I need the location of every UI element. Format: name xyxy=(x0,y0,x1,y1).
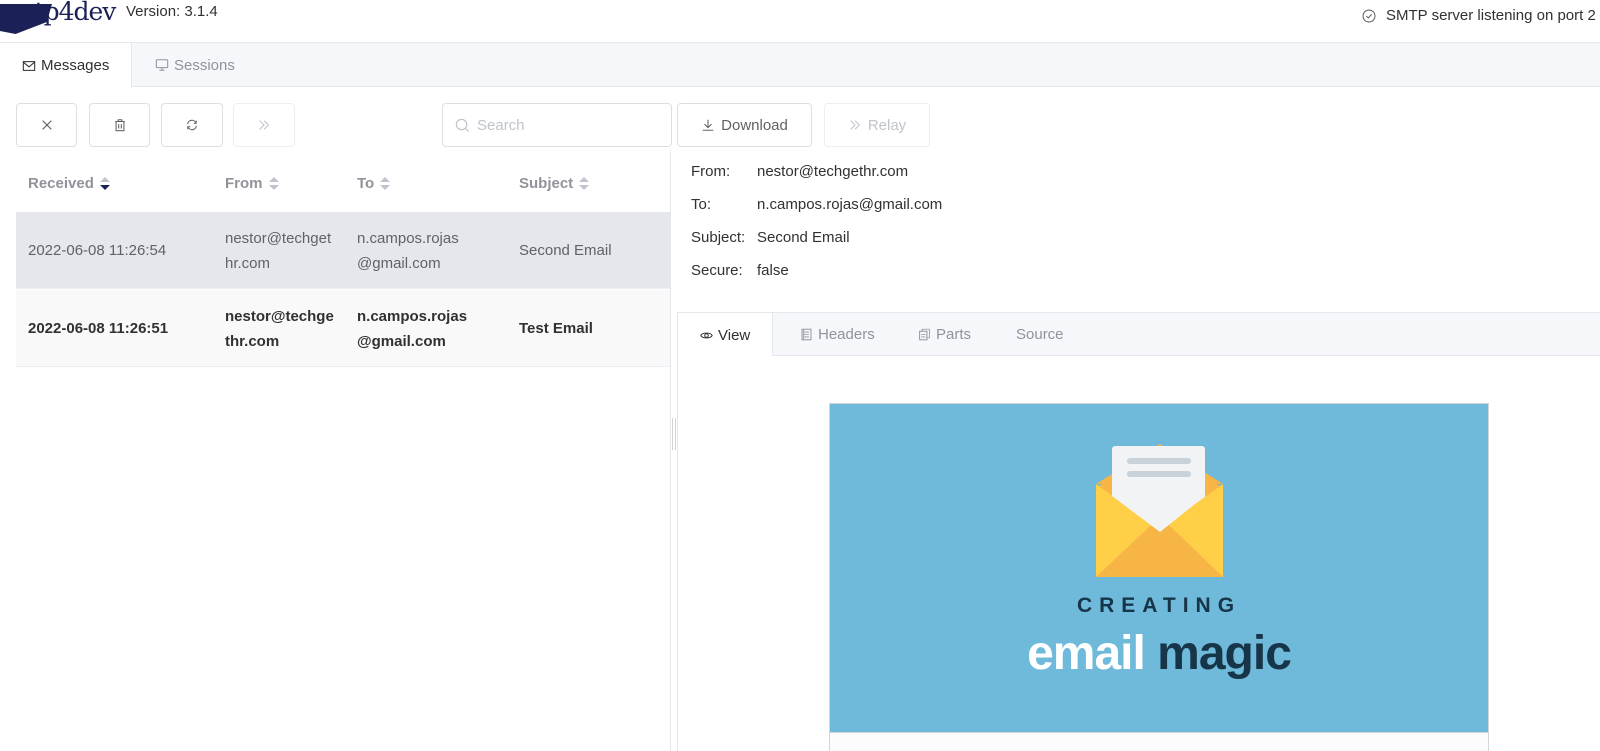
banner-tagline: CREATING xyxy=(1076,594,1242,617)
download-label: Download xyxy=(721,116,788,134)
column-from-label: From xyxy=(225,175,263,192)
close-icon xyxy=(41,120,52,130)
header-key: To: xyxy=(691,196,712,213)
header-key: From: xyxy=(691,163,731,180)
tab-headers[interactable]: Headers xyxy=(778,313,897,356)
tab-headers-label: Headers xyxy=(818,326,875,343)
cell-received: 2022-06-08 11:26:51 xyxy=(28,320,169,337)
column-to-label: To xyxy=(357,175,375,192)
clear-button[interactable] xyxy=(16,103,77,147)
cell-to: n.campos.rojas @gmail.com xyxy=(357,290,467,367)
header-value: false xyxy=(757,262,789,279)
header-key: Subject: xyxy=(691,229,746,246)
banner-headline: email magic xyxy=(830,626,1488,681)
monitor-icon xyxy=(155,59,169,71)
sort-icon[interactable] xyxy=(268,176,279,191)
copy-document-icon xyxy=(919,328,930,341)
sort-desc-icon[interactable] xyxy=(99,176,110,191)
header-subject: Subject: Second Email xyxy=(691,229,850,246)
cell-to-line1: n.campos.rojas xyxy=(357,307,468,325)
refresh-icon xyxy=(187,119,197,131)
cell-to: n.campos.rojas @gmail.com xyxy=(357,212,459,289)
header-to: To: n.campos.rojas@gmail.com xyxy=(691,196,942,213)
search-box[interactable] xyxy=(442,103,672,147)
pane-divider xyxy=(670,150,671,751)
header-value: n.campos.rojas@gmail.com xyxy=(757,196,943,213)
resize-handle[interactable] xyxy=(672,418,676,450)
relay-button[interactable]: Relay xyxy=(824,103,930,147)
message-tabs: View Headers Parts Source xyxy=(677,312,1600,357)
search-input[interactable] xyxy=(477,116,647,134)
tab-view[interactable]: View xyxy=(678,313,774,357)
document-icon xyxy=(801,328,812,341)
tab-messages[interactable]: Messages xyxy=(0,43,133,88)
server-status: SMTP server listening on port 2 xyxy=(1362,7,1596,24)
cell-to-line1: n.campos.rojas xyxy=(357,229,459,247)
relay-label: Relay xyxy=(867,116,907,134)
column-subject-label: Subject xyxy=(519,175,574,192)
delete-button[interactable] xyxy=(89,103,150,147)
envelope-icon xyxy=(22,60,36,71)
tab-parts[interactable]: Parts xyxy=(896,313,993,356)
messages-table-header: Received From To Subject xyxy=(16,155,670,212)
cell-to-line2: @gmail.com xyxy=(357,254,441,272)
cell-received: 2022-06-08 11:26:54 xyxy=(28,242,167,259)
header-secure: Secure: false xyxy=(691,262,789,279)
cell-subject: Test Email xyxy=(519,320,593,337)
cell-from-line1: nestor@techge xyxy=(225,307,334,325)
cell-from: nestor@techget hr.com xyxy=(225,212,331,289)
app-version: Version: 3.1.4 xyxy=(126,3,218,20)
cell-from-line1: nestor@techget xyxy=(225,229,332,247)
tab-view-label: View xyxy=(718,326,751,344)
main-tabs: Messages Sessions xyxy=(0,43,1600,88)
double-chevron-right-icon xyxy=(259,120,270,130)
double-chevron-right-icon xyxy=(850,120,860,130)
search-icon xyxy=(455,118,470,132)
column-from[interactable]: From xyxy=(225,155,279,212)
eye-icon xyxy=(700,332,713,338)
header-key: Secure: xyxy=(691,262,743,279)
column-to[interactable]: To xyxy=(357,155,391,212)
envelope-illustration-icon xyxy=(1096,444,1223,577)
app-logo: smtp4dev xyxy=(0,0,116,34)
column-received[interactable]: Received xyxy=(28,155,110,212)
cell-from-line2: thr.com xyxy=(225,332,280,350)
download-button[interactable]: Download xyxy=(677,103,812,147)
column-subject[interactable]: Subject xyxy=(519,155,590,212)
top-bar: smtp4dev Version: 3.1.4 SMTP server list… xyxy=(0,0,1600,43)
header-value: nestor@techgethr.com xyxy=(757,163,909,180)
header-from: From: nestor@techgethr.com xyxy=(691,163,908,180)
cell-from-line2: hr.com xyxy=(225,254,271,272)
tab-messages-label: Messages xyxy=(41,57,110,74)
sort-icon[interactable] xyxy=(579,176,590,191)
email-body-area xyxy=(829,733,1489,751)
column-received-label: Received xyxy=(28,175,94,192)
cell-from: nestor@techge thr.com xyxy=(225,290,334,367)
table-row[interactable]: 2022-06-08 11:26:54 nestor@techget hr.com… xyxy=(16,212,670,289)
check-circle-icon xyxy=(1362,9,1376,22)
cell-to-line2: @gmail.com xyxy=(357,332,446,350)
banner-word-email: email xyxy=(1027,627,1146,680)
download-icon xyxy=(702,119,714,131)
header-value: Second Email xyxy=(757,229,850,246)
tab-source[interactable]: Source xyxy=(994,313,1086,356)
banner-word-magic: magic xyxy=(1157,627,1292,680)
tab-source-label: Source xyxy=(1016,326,1064,343)
cell-subject: Second Email xyxy=(519,242,612,259)
sort-icon[interactable] xyxy=(380,176,391,191)
refresh-button[interactable] xyxy=(161,103,223,147)
logo-text: smtp4dev xyxy=(0,0,116,26)
tab-sessions[interactable]: Sessions xyxy=(133,43,257,87)
trash-icon xyxy=(114,119,125,132)
tab-sessions-label: Sessions xyxy=(174,56,235,74)
server-status-text: SMTP server listening on port 2 xyxy=(1386,7,1596,24)
relay-all-button[interactable] xyxy=(233,103,295,147)
email-banner: CREATING email magic xyxy=(829,403,1489,733)
table-row[interactable]: 2022-06-08 11:26:51 nestor@techge thr.com… xyxy=(16,290,670,367)
tab-parts-label: Parts xyxy=(936,326,972,343)
